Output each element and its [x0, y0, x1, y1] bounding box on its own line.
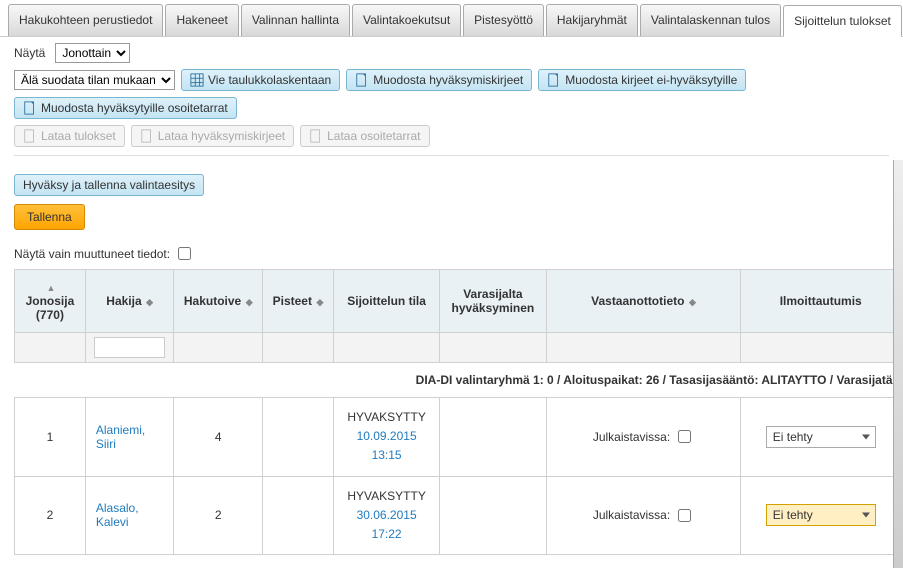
col-pisteet[interactable]: Pisteet ◆	[263, 270, 334, 333]
cell-hakutoive: 2	[174, 476, 263, 555]
group-header-text: DIA-DI valintaryhmä 1: 0 / Aloituspaikat…	[15, 363, 901, 398]
applicant-link[interactable]: Alaniemi,Siiri	[96, 423, 145, 451]
tab-valintalaskennan-tulos[interactable]: Valintalaskennan tulos	[640, 4, 781, 36]
applicant-link[interactable]: Alasalo,Kalevi	[96, 501, 139, 529]
tab-pistesyotto[interactable]: Pistesyöttö	[463, 4, 544, 36]
pdf-icon	[547, 73, 561, 87]
main-tabs: Hakukohteen perustiedot Hakeneet Valinna…	[0, 0, 903, 37]
pdf-icon	[140, 129, 154, 143]
filter-select[interactable]: Älä suodata tilan mukaan	[14, 70, 175, 90]
pdf-icon	[23, 101, 37, 115]
col-vastaanotto[interactable]: Vastaanottotieto ◆	[546, 270, 741, 333]
ilmoittautumis-select[interactable]: Ei tehty	[766, 504, 876, 526]
cell-pisteet	[263, 398, 334, 477]
tab-hakeneet[interactable]: Hakeneet	[165, 4, 238, 36]
toolbar-row-4: Lataa tulokset Lataa hyväksymiskirjeet L…	[0, 125, 903, 153]
tab-hakijaryhmat[interactable]: Hakijaryhmät	[546, 4, 638, 36]
divider	[14, 155, 889, 156]
vertical-scrollbar[interactable]	[893, 160, 903, 568]
results-table: ▲Jonosija (770) Hakija ◆ Hakutoive ◆ Pis…	[14, 269, 901, 555]
cell-varasijalta	[440, 476, 546, 555]
pdf-icon	[355, 73, 369, 87]
toolbar-row-1: Näytä Jonottain	[0, 37, 903, 69]
col-varasijalta[interactable]: Varasijalta hyväksyminen	[440, 270, 546, 333]
tab-valintakoekutsut[interactable]: Valintakoekutsut	[352, 4, 461, 36]
julkaistavissa-checkbox[interactable]	[678, 430, 691, 443]
cell-jonosija: 1	[15, 398, 86, 477]
table-row: 2 Alasalo,Kalevi 2 HYVAKSYTTY 30.06.2015…	[15, 476, 901, 555]
col-hakutoive[interactable]: Hakutoive ◆	[174, 270, 263, 333]
cell-ilmoittautumis: Ei tehty	[741, 398, 901, 477]
save-section: Tallenna	[14, 204, 889, 230]
julkaistavissa-label: Julkaistavissa:	[593, 430, 670, 444]
download-acceptance-letters-button: Lataa hyväksymiskirjeet	[131, 125, 294, 147]
status-date-link[interactable]: 30.06.2015	[340, 506, 433, 525]
cell-vastaanotto: Julkaistavissa:	[546, 476, 741, 555]
julkaistavissa-label: Julkaistavissa:	[593, 508, 670, 522]
toolbar-row-3: Muodosta hyväksytyille osoitetarrat	[0, 97, 903, 125]
cell-jonosija: 2	[15, 476, 86, 555]
changed-only-checkbox[interactable]	[178, 247, 191, 260]
filter-row	[15, 333, 901, 363]
export-spreadsheet-button[interactable]: Vie taulukkolaskentaan	[181, 69, 340, 91]
cell-status: HYVAKSYTTY 10.09.2015 13:15	[333, 398, 439, 477]
cell-pisteet	[263, 476, 334, 555]
cell-status: HYVAKSYTTY 30.06.2015 17:22	[333, 476, 439, 555]
julkaistavissa-checkbox[interactable]	[678, 509, 691, 522]
cell-varasijalta	[440, 398, 546, 477]
ilmoittautumis-select[interactable]: Ei tehty	[766, 426, 876, 448]
status-time-link[interactable]: 17:22	[340, 525, 433, 544]
tab-perustiedot[interactable]: Hakukohteen perustiedot	[8, 4, 163, 36]
tab-sijoittelun-tulokset[interactable]: Sijoittelun tulokset	[783, 5, 902, 37]
pdf-icon	[23, 129, 37, 143]
pdf-icon	[309, 129, 323, 143]
spreadsheet-icon	[190, 73, 204, 87]
cell-hakija: Alasalo,Kalevi	[85, 476, 174, 555]
col-jonosija[interactable]: ▲Jonosija (770)	[15, 270, 86, 333]
table-row: 1 Alaniemi,Siiri 4 HYVAKSYTTY 10.09.2015…	[15, 398, 901, 477]
group-header-row: DIA-DI valintaryhmä 1: 0 / Aloituspaikat…	[15, 363, 901, 398]
status-time-link[interactable]: 13:15	[340, 446, 433, 465]
col-hakija[interactable]: Hakija ◆	[85, 270, 174, 333]
nayta-select[interactable]: Jonottain	[55, 43, 130, 63]
status-date-link[interactable]: 10.09.2015	[340, 427, 433, 446]
create-acceptance-letters-button[interactable]: Muodosta hyväksymiskirjeet	[346, 69, 532, 91]
approve-save-proposal-button[interactable]: Hyväksy ja tallenna valintaesitys	[14, 174, 204, 196]
cell-hakija: Alaniemi,Siiri	[85, 398, 174, 477]
download-results-button: Lataa tulokset	[14, 125, 125, 147]
cell-ilmoittautumis: Ei tehty	[741, 476, 901, 555]
create-address-labels-button[interactable]: Muodosta hyväksytyille osoitetarrat	[14, 97, 237, 119]
nayta-label: Näytä	[14, 46, 45, 60]
filter-hakija-input[interactable]	[94, 337, 166, 358]
toolbar-row-2: Älä suodata tilan mukaan Vie taulukkolas…	[0, 69, 903, 97]
cell-hakutoive: 4	[174, 398, 263, 477]
changed-only-label: Näytä vain muuttuneet tiedot:	[14, 247, 170, 261]
changed-only-row: Näytä vain muuttuneet tiedot:	[0, 238, 903, 269]
action-section: Hyväksy ja tallenna valintaesitys	[14, 174, 889, 196]
download-address-labels-button: Lataa osoitetarrat	[300, 125, 429, 147]
col-sijoittelun-tila[interactable]: Sijoittelun tila	[333, 270, 439, 333]
col-ilmoittautumis[interactable]: Ilmoittautumis	[741, 270, 901, 333]
tab-valinnan-hallinta[interactable]: Valinnan hallinta	[241, 4, 350, 36]
create-rejection-letters-button[interactable]: Muodosta kirjeet ei-hyväksytyille	[538, 69, 746, 91]
save-button[interactable]: Tallenna	[14, 204, 85, 230]
cell-vastaanotto: Julkaistavissa:	[546, 398, 741, 477]
